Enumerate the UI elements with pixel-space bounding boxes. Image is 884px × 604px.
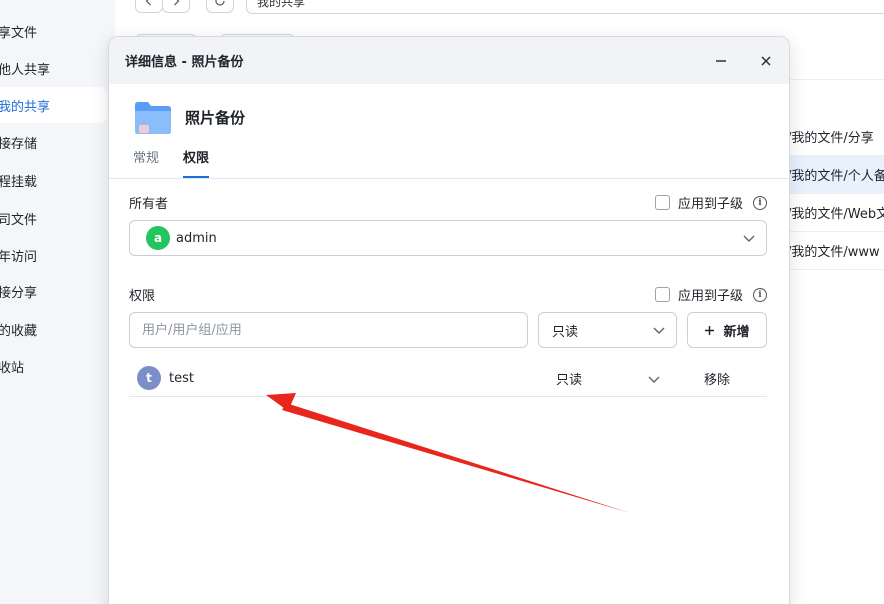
owner-apply-label: 应用到子级 (677, 197, 743, 212)
owner-apply-to-children: 应用到子级 i (654, 193, 767, 212)
user-search-input[interactable] (129, 312, 528, 348)
path-cell: /我的文件/Web文 (787, 207, 884, 222)
permissions-apply-checkbox[interactable] (654, 287, 670, 302)
owner-select[interactable]: a admin (129, 220, 767, 256)
permission-row: t test 只读 移除 (129, 360, 767, 397)
info-icon[interactable]: i (753, 287, 767, 302)
sidebar-item-label: 接存储 (0, 136, 38, 152)
sidebar-item-link-shares[interactable]: 接分享 (0, 273, 107, 309)
plus-icon (705, 325, 715, 335)
path-bar[interactable]: 我的共享 (246, 0, 884, 14)
sidebar-item-label: 程挂载 (0, 174, 38, 190)
sidebar-item-label: 年访问 (0, 249, 38, 265)
avatar: a (146, 226, 170, 250)
permissions-label: 权限 (129, 289, 156, 304)
sidebar: 享文件 他人共享 我的共享 接存储 程挂载 司文件 年访问 接分享 的收藏 收站 (0, 0, 115, 604)
chevron-down-icon (743, 235, 755, 242)
chevron-left-icon (145, 0, 151, 5)
dialog-title: 详细信息 - 照片备份 (125, 55, 244, 70)
sidebar-item-label: 收站 (0, 360, 25, 376)
sidebar-item-shared-files[interactable]: 享文件 (0, 13, 107, 49)
sidebar-item-recycle-bin[interactable]: 收站 (0, 348, 107, 384)
dialog-header: 详细信息 - 照片备份 (109, 37, 789, 84)
permissions-apply-label: 应用到子级 (677, 289, 743, 304)
path-cell: /我的文件/个人备 (787, 169, 884, 184)
info-icon[interactable]: i (753, 195, 767, 210)
sidebar-item-label: 享文件 (0, 25, 38, 41)
tab-permissions[interactable]: 权限 (183, 150, 210, 178)
sidebar-item-recent[interactable]: 年访问 (0, 237, 107, 273)
sidebar-item-label: 的收藏 (0, 323, 38, 339)
table-row[interactable]: /我的文件/www (787, 232, 884, 270)
sidebar-item-shared-with-me[interactable]: 他人共享 (0, 50, 107, 86)
sidebar-item-storage[interactable]: 接存储 (0, 124, 107, 160)
remove-button[interactable]: 移除 (704, 369, 730, 388)
forward-button[interactable] (162, 0, 190, 13)
permission-level-select[interactable]: 只读 (538, 312, 677, 348)
owner-apply-checkbox[interactable] (654, 195, 670, 210)
folder-icon (135, 102, 171, 134)
permissions-apply-to-children: 应用到子级 i (654, 285, 767, 304)
chevron-down-icon (653, 327, 665, 334)
close-icon (761, 56, 771, 66)
add-permission-button[interactable]: 新增 (687, 312, 767, 348)
permission-level-value: 只读 (552, 324, 579, 340)
sidebar-item-label: 司文件 (0, 212, 38, 228)
minimize-button[interactable] (709, 49, 733, 73)
path-cell: /我的文件/分享 (787, 131, 874, 146)
details-dialog: 详细信息 - 照片备份 照片备份 常规 权限 所有者 应用到子级 i a adm… (108, 36, 790, 604)
back-button[interactable] (135, 0, 163, 13)
dialog-tabs: 常规 权限 (133, 150, 210, 178)
owner-name: admin (176, 230, 217, 246)
chevron-right-icon (174, 0, 180, 5)
sidebar-item-company-files[interactable]: 司文件 (0, 200, 107, 236)
permission-user: test (169, 370, 194, 386)
chevron-down-icon[interactable] (647, 372, 661, 386)
sidebar-item-label: 我的共享 (0, 99, 51, 115)
owner-label: 所有者 (129, 197, 169, 212)
avatar: t (137, 366, 161, 390)
path-cell: /我的文件/www (787, 245, 880, 260)
sidebar-item-remote-mount[interactable]: 程挂载 (0, 162, 107, 198)
tab-general[interactable]: 常规 (133, 150, 159, 178)
sidebar-item-my-shares[interactable]: 我的共享 (0, 87, 107, 123)
sidebar-item-label: 接分享 (0, 285, 38, 301)
folder-name: 照片备份 (185, 109, 246, 127)
tabs-divider (109, 178, 789, 179)
table-row[interactable]: /我的文件/Web文 (787, 194, 884, 232)
sidebar-item-label: 他人共享 (0, 62, 51, 78)
close-button[interactable] (754, 49, 778, 73)
add-label: 新增 (723, 324, 750, 340)
table-row[interactable]: /我的文件/个人备 (787, 156, 884, 194)
sidebar-item-favorites[interactable]: 的收藏 (0, 311, 107, 347)
refresh-icon (215, 0, 225, 6)
path-text: 我的共享 (257, 0, 306, 9)
minimize-icon (716, 60, 726, 62)
table-row[interactable]: /我的文件/分享 (787, 118, 884, 156)
refresh-button[interactable] (206, 0, 234, 13)
row-permission-level[interactable]: 只读 (556, 369, 582, 388)
